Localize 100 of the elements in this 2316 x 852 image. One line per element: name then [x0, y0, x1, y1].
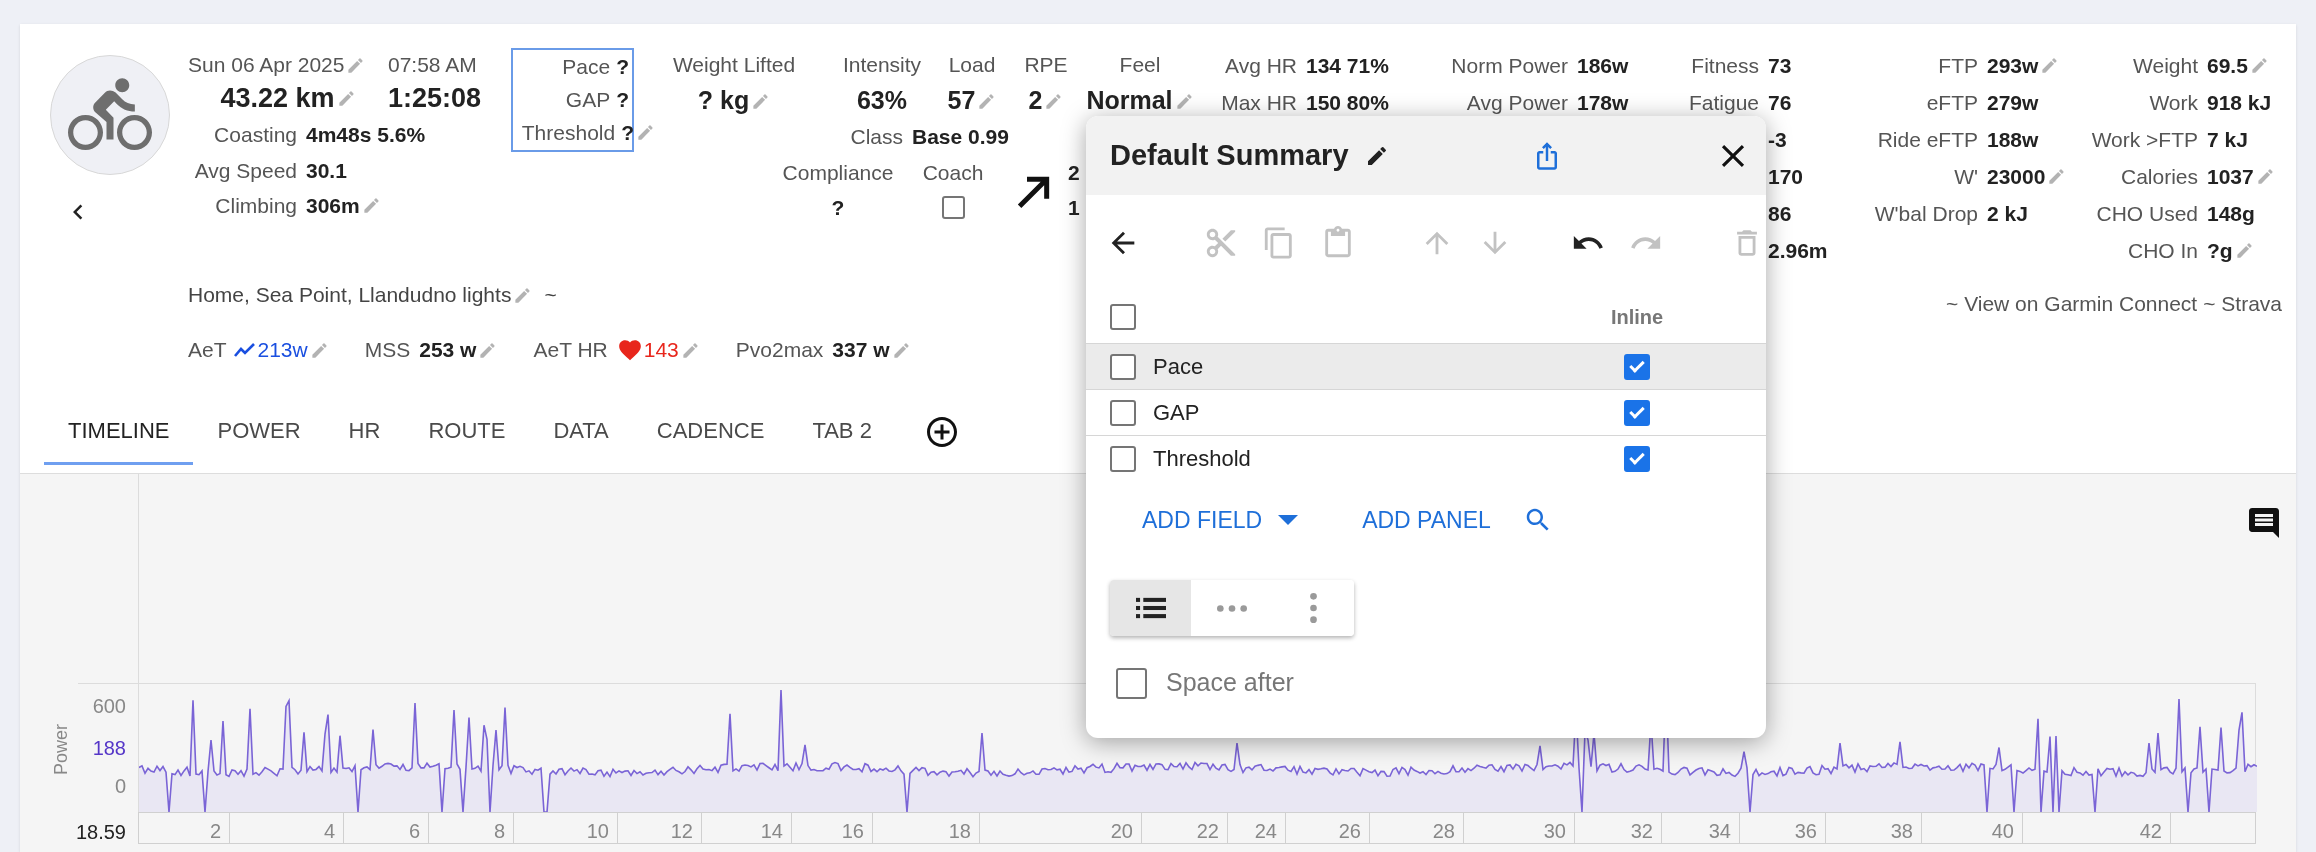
heart-icon [616, 337, 643, 363]
stat-value: 1037 [2207, 163, 2254, 190]
stat-label: CHO Used [2095, 200, 2198, 227]
row-checkbox[interactable] [1110, 399, 1136, 426]
layout-toggle[interactable] [1110, 580, 1192, 636]
stat-label: Calories [2119, 163, 2198, 190]
inline-checkbox[interactable] [1624, 445, 1650, 472]
add-field-button[interactable]: ADD FIELD [1142, 502, 1299, 538]
select-all-checkbox[interactable] [1110, 304, 1136, 330]
stat-label: Pace [562, 53, 611, 80]
stat-label: Load [948, 52, 996, 78]
tab[interactable]: TAB 2 [788, 398, 896, 465]
dots-horizontal-icon [1217, 603, 1247, 613]
stat-label: Coasting [213, 122, 297, 149]
stat-value: 86 [1768, 200, 1792, 227]
tab[interactable]: ROUTE [404, 398, 530, 465]
stat-value: 4m48s 5.6% [306, 122, 426, 149]
stat-label: Avg Power [1465, 89, 1568, 116]
dialog-title: Default Summary [1110, 137, 1349, 173]
checkbox-label: Space after [1166, 667, 1294, 699]
stat-value: 306m [306, 192, 360, 219]
layout-toggle[interactable] [1191, 580, 1273, 636]
stat-label: FTP [1937, 52, 1978, 79]
field-row[interactable]: GAP [1086, 389, 1766, 435]
axis-tick-label: 14 [760, 819, 783, 844]
external-link[interactable]: ~ Strava [2203, 288, 2282, 320]
stat-value: 148g [2207, 200, 2255, 227]
stat-value: 57 [947, 85, 976, 117]
distance-value: 43.22 km [220, 81, 335, 115]
stat-label: MSS [364, 337, 411, 364]
stat-label: Norm Power [1450, 52, 1568, 79]
axis-tick-label: 18 [948, 819, 971, 844]
stat-label: Avg Speed [193, 157, 297, 184]
stat-value: 69.5 [2207, 52, 2248, 79]
stat-label: W'bal Drop [1873, 200, 1978, 227]
route-name: Home, Sea Point, Llandudno lights [188, 282, 512, 309]
layout-toggle[interactable] [1272, 580, 1354, 636]
space-after-checkbox[interactable] [1116, 667, 1147, 699]
stat-label: W' [1953, 163, 1978, 190]
stat-value: ?g [2207, 237, 2233, 264]
stat-value: 7 kJ [2207, 126, 2248, 153]
activity-time: 07:58 AM [388, 52, 477, 79]
stat-value: 30.1 [306, 157, 347, 184]
axis-tick-label: 28 [1432, 819, 1455, 844]
axis-title: Power [50, 724, 72, 775]
field-name: GAP [1153, 399, 1201, 427]
stat-label: Coach [922, 160, 984, 186]
stat-label: Work [2148, 89, 2198, 116]
coach-checkbox[interactable] [941, 196, 965, 219]
axis-tick-label: 0 [114, 774, 126, 799]
stat-label: Avg HR [1224, 52, 1297, 79]
column-header: Inline [1609, 305, 1665, 330]
axis-tick-label: 32 [1630, 819, 1653, 844]
axis-tick-label: 20 [1110, 819, 1133, 844]
stat-label: Intensity [842, 52, 922, 78]
stat-value: 2 [1028, 85, 1043, 117]
stat-value: 186w [1577, 52, 1629, 79]
stat-value: 279w [1987, 89, 2039, 116]
stat-label: Class [850, 124, 903, 151]
stat-label: Fatigue [1687, 89, 1759, 116]
stat-label: Work >FTP [2090, 126, 2198, 153]
row-checkbox[interactable] [1110, 445, 1136, 472]
axis-tick-label: 12 [670, 819, 693, 844]
row-checkbox[interactable] [1110, 353, 1136, 380]
stat-value: 134 71% [1306, 52, 1389, 79]
stat-value: 143 [643, 337, 679, 364]
field-row[interactable]: Threshold [1086, 435, 1766, 481]
stat-value: 1 [1068, 195, 1080, 221]
stat-label: CHO In [2127, 237, 2198, 264]
tab[interactable]: TIMELINE [44, 398, 194, 465]
inline-checkbox[interactable] [1624, 353, 1650, 380]
separator-text: ~ [544, 282, 557, 309]
tab[interactable]: HR [324, 398, 405, 465]
stat-label: GAP [565, 86, 611, 113]
stat-value: Base 0.99 [912, 124, 1009, 151]
external-link[interactable]: ~ View on Garmin Connect [1946, 288, 2198, 320]
stat-value: 73 [1768, 52, 1792, 79]
stat-label: Threshold [521, 119, 616, 146]
tab[interactable]: POWER [193, 398, 325, 465]
stat-value: 337 w [832, 337, 890, 364]
field-row[interactable]: Pace [1086, 343, 1766, 389]
stat-value: 293w [1987, 52, 2039, 79]
stat-label: Max HR [1220, 89, 1297, 116]
stat-value: 63% [856, 85, 907, 117]
axis-tick-label: 22 [1196, 819, 1219, 844]
tab[interactable]: CADENCE [632, 398, 789, 465]
stat-label: eFTP [1925, 89, 1978, 116]
tab[interactable]: DATA [529, 398, 633, 465]
stat-value: 178w [1577, 89, 1629, 116]
stat-value: 76 [1768, 89, 1792, 116]
add-panel-button[interactable]: ADD PANEL [1362, 502, 1491, 538]
field-name: Pace [1153, 353, 1205, 381]
stat-label: Feel [1119, 52, 1161, 78]
stat-value: 2 [1068, 160, 1080, 186]
axis-tick-label: 34 [1708, 819, 1731, 844]
stat-label: Climbing [214, 192, 297, 219]
inline-checkbox[interactable] [1624, 399, 1650, 426]
axis-tick-label: 36 [1794, 819, 1817, 844]
axis-tick-label: 26 [1338, 819, 1361, 844]
stat-label: RPE [1024, 52, 1068, 78]
